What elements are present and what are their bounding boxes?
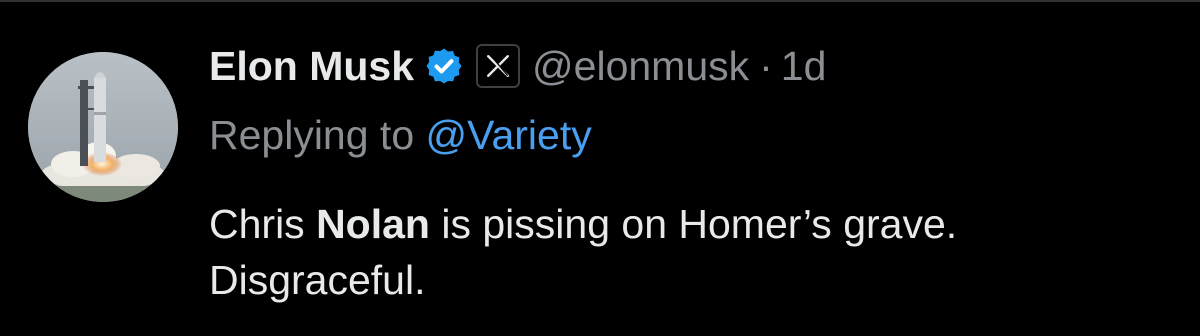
timestamp[interactable]: 1d <box>781 43 827 90</box>
rocket-launch-avatar-icon <box>28 52 178 202</box>
tweet[interactable]: Elon Musk @elonmusk · 1d Replying to @Va… <box>0 0 1200 336</box>
x-logo-icon[interactable] <box>476 44 521 88</box>
replying-to-label: Replying to <box>209 112 415 158</box>
display-name[interactable]: Elon Musk <box>209 43 414 90</box>
tweet-text-part1: Chris <box>209 201 317 247</box>
verified-badge-icon[interactable] <box>424 46 464 86</box>
tweet-text-bold: Nolan <box>316 201 430 247</box>
tweet-header: Elon Musk @elonmusk · 1d <box>209 38 826 94</box>
reply-target-link[interactable]: @Variety <box>426 112 592 158</box>
replying-to-line: Replying to @Variety <box>209 112 592 159</box>
handle[interactable]: @elonmusk <box>532 43 749 90</box>
tweet-text: Chris Nolan is pissing on Homer’s grave.… <box>209 196 1169 308</box>
separator-dot: · <box>759 42 773 89</box>
avatar[interactable] <box>28 52 178 202</box>
